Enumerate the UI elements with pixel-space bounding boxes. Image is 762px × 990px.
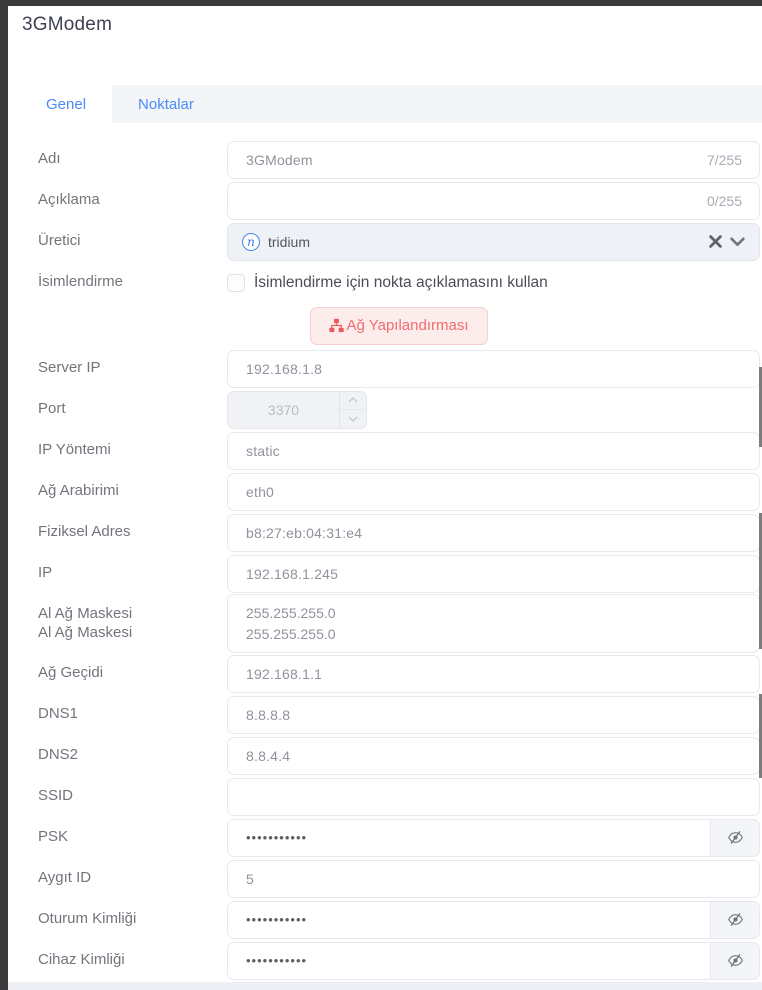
clear-icon[interactable] xyxy=(709,235,722,248)
ip-label: IP xyxy=(38,564,227,583)
oturum-kimligi-input[interactable]: ••••••••••• xyxy=(227,901,710,939)
isimlendirme-checkbox[interactable] xyxy=(227,274,245,292)
field-row-ip: IP 192.168.1.245 xyxy=(38,553,760,594)
field-row-dns1: DNS1 8.8.8.8 xyxy=(38,694,760,735)
field-row-aciklama: Açıklama 0/255 xyxy=(38,180,760,221)
stepper-up-icon[interactable] xyxy=(340,392,366,411)
aciklama-label: Açıklama xyxy=(38,191,227,210)
tab-noktalar[interactable]: Noktalar xyxy=(112,85,220,123)
cihaz-kimligi-input[interactable]: ••••••••••• xyxy=(227,942,710,980)
adi-label: Adı xyxy=(38,150,227,169)
fiziksel-adres-input[interactable]: b8:27:eb:04:31:e4 xyxy=(227,514,760,552)
field-row-port: Port 3370 xyxy=(38,389,760,430)
isimlendirme-label: İsimlendirme xyxy=(38,273,227,292)
network-config-button[interactable]: Ağ Yapılandırması xyxy=(310,307,487,345)
ip-input[interactable]: 192.168.1.245 xyxy=(227,555,760,593)
general-form: Adı 3GModem 7/255 Açıklama 0/255 Üretici… xyxy=(20,123,762,981)
field-row-dns2: DNS2 8.8.4.4 xyxy=(38,735,760,776)
ag-gecidi-label: Ağ Geçidi xyxy=(38,664,227,683)
adi-input[interactable]: 3GModem xyxy=(227,141,760,179)
ip-yontemi-input[interactable]: static xyxy=(227,432,760,470)
settings-card: Genel Noktalar Adı 3GModem 7/255 Açıklam… xyxy=(20,85,762,982)
field-row-ag-arabirimi: Ağ Arabirimi eth0 xyxy=(38,471,760,512)
al-ag-maskesi-textarea[interactable]: 255.255.255.0 255.255.255.0 xyxy=(227,594,760,653)
eye-slash-icon xyxy=(727,912,744,927)
psk-input[interactable]: ••••••••••• xyxy=(227,819,710,857)
uretici-select[interactable]: n tridium xyxy=(227,223,760,261)
port-input: 3370 xyxy=(227,391,367,429)
field-row-ag-gecidi: Ağ Geçidi 192.168.1.1 xyxy=(38,653,760,694)
uretici-label: Üretici xyxy=(38,232,227,251)
tab-genel[interactable]: Genel xyxy=(20,85,112,123)
ag-gecidi-input[interactable]: 192.168.1.1 xyxy=(227,655,760,693)
server-ip-label: Server IP xyxy=(38,359,227,378)
al-ag-maskesi-label: Al Ağ Maskesi Al Ağ Maskesi xyxy=(38,605,227,643)
tab-bar: Genel Noktalar xyxy=(20,85,762,123)
field-row-uretici: Üretici n tridium xyxy=(38,221,760,262)
field-row-cihaz-kimligi: Cihaz Kimliği ••••••••••• xyxy=(38,940,760,981)
page-background-strip xyxy=(8,982,762,990)
tridium-logo-icon: n xyxy=(242,233,260,251)
field-row-fiziksel-adres: Fiziksel Adres b8:27:eb:04:31:e4 xyxy=(38,512,760,553)
uretici-selected-value: tridium xyxy=(268,234,310,250)
ssid-input[interactable] xyxy=(227,778,760,816)
field-row-psk: PSK ••••••••••• xyxy=(38,817,760,858)
aygit-id-input[interactable]: 5 xyxy=(227,860,760,898)
field-row-server-ip: Server IP 192.168.1.8 xyxy=(38,348,760,389)
window-frame-top xyxy=(0,0,762,6)
port-label: Port xyxy=(38,400,227,419)
port-stepper xyxy=(339,392,366,428)
field-row-isimlendirme: İsimlendirme İsimlendirme için nokta açı… xyxy=(38,262,760,303)
ag-arabirimi-label: Ağ Arabirimi xyxy=(38,482,227,501)
server-ip-input[interactable]: 192.168.1.8 xyxy=(227,350,760,388)
oturum-kimligi-label: Oturum Kimliği xyxy=(38,910,227,929)
ip-yontemi-label: IP Yöntemi xyxy=(38,441,227,460)
eye-slash-icon xyxy=(727,830,744,845)
cihaz-kimligi-toggle-visibility-button[interactable] xyxy=(710,942,760,980)
field-row-ssid: SSID xyxy=(38,776,760,817)
aciklama-input[interactable] xyxy=(227,182,760,220)
psk-toggle-visibility-button[interactable] xyxy=(710,819,760,857)
oturum-kimligi-toggle-visibility-button[interactable] xyxy=(710,901,760,939)
dns2-input[interactable]: 8.8.4.4 xyxy=(227,737,760,775)
page-title: 3GModem xyxy=(22,14,112,36)
stepper-down-icon[interactable] xyxy=(340,410,366,428)
field-row-aygit-id: Aygıt ID 5 xyxy=(38,858,760,899)
ssid-label: SSID xyxy=(38,787,227,806)
aygit-id-label: Aygıt ID xyxy=(38,869,227,888)
field-row-adi: Adı 3GModem 7/255 xyxy=(38,139,760,180)
sitemap-icon xyxy=(329,318,344,333)
psk-label: PSK xyxy=(38,828,227,847)
eye-slash-icon xyxy=(727,953,744,968)
window-frame-left xyxy=(0,0,8,990)
dns1-input[interactable]: 8.8.8.8 xyxy=(227,696,760,734)
dns1-label: DNS1 xyxy=(38,705,227,724)
isimlendirme-checkbox-label: İsimlendirme için nokta açıklamasını kul… xyxy=(254,274,548,292)
fiziksel-adres-label: Fiziksel Adres xyxy=(38,523,227,542)
dns2-label: DNS2 xyxy=(38,746,227,765)
field-row-ip-yontemi: IP Yöntemi static xyxy=(38,430,760,471)
field-row-al-ag-maskesi: Al Ağ Maskesi Al Ağ Maskesi 255.255.255.… xyxy=(38,594,760,653)
chevron-down-icon[interactable] xyxy=(730,237,745,247)
cihaz-kimligi-label: Cihaz Kimliği xyxy=(38,951,227,970)
ag-arabirimi-input[interactable]: eth0 xyxy=(227,473,760,511)
network-config-row: Ağ Yapılandırması xyxy=(38,303,760,348)
field-row-oturum-kimligi: Oturum Kimliği ••••••••••• xyxy=(38,899,760,940)
